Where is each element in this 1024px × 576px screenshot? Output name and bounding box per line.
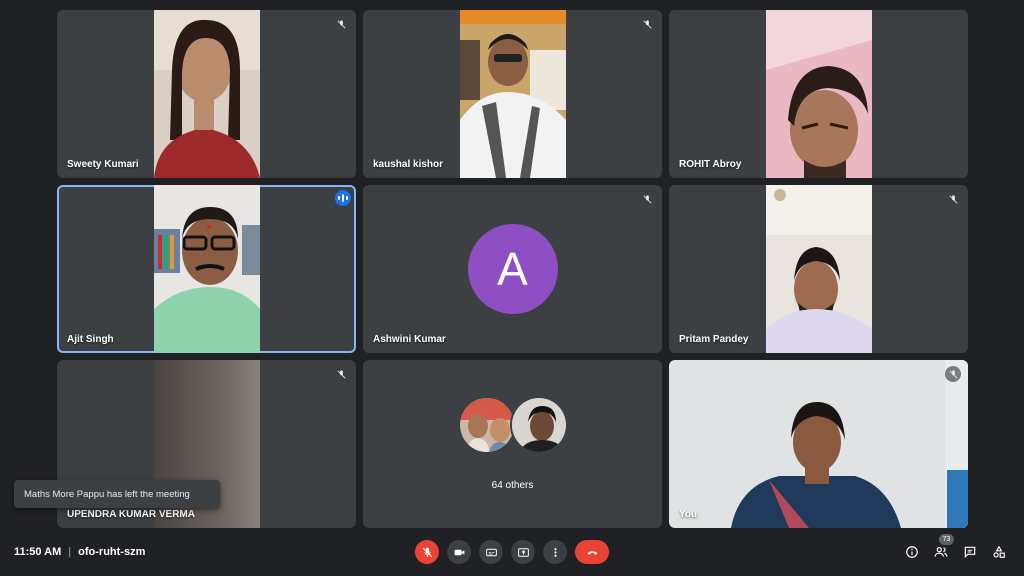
self-tile[interactable]: You xyxy=(669,360,968,528)
participant-name: ROHIT Abroy xyxy=(679,159,742,170)
participant-tile[interactable]: Pritam Pandey xyxy=(669,185,968,353)
participant-name: Ajit Singh xyxy=(67,334,114,345)
present-icon xyxy=(517,547,529,557)
side-controls: 73 xyxy=(892,534,1008,561)
more-options-button[interactable] xyxy=(543,540,567,564)
self-video xyxy=(669,360,968,528)
mic-off-icon xyxy=(945,366,961,382)
more-options-icon xyxy=(553,547,557,557)
others-label: 64 others xyxy=(491,480,534,491)
people-icon xyxy=(934,547,948,557)
camera-toggle-button[interactable] xyxy=(447,540,471,564)
bottom-bar: 11:50 AM | ofo-ruht-szm 73 xyxy=(0,534,1024,576)
chat-icon xyxy=(964,546,976,559)
participant-tile[interactable]: ROHIT Abroy xyxy=(669,10,968,178)
participant-video xyxy=(459,10,566,178)
avatar: A xyxy=(467,224,558,314)
mic-toggle-button[interactable] xyxy=(415,540,439,564)
participant-video xyxy=(153,185,260,353)
participant-name: You xyxy=(679,509,698,520)
participant-tile[interactable]: Ajit Singh xyxy=(57,185,356,353)
captions-button[interactable] xyxy=(479,540,503,564)
meeting-code: ofo-ruht-szm xyxy=(78,546,146,558)
participant-video xyxy=(153,10,260,178)
present-button[interactable] xyxy=(511,540,535,564)
notification-toast: Maths More Pappu has left the meeting xyxy=(14,480,220,508)
mic-off-icon xyxy=(639,191,655,207)
end-call-button[interactable] xyxy=(575,540,609,564)
participant-name: Pritam Pandey xyxy=(679,334,749,345)
separator: | xyxy=(68,546,72,558)
participant-tile[interactable]: Sweety Kumari xyxy=(57,10,356,178)
people-count-badge: 73 xyxy=(939,534,954,545)
mic-off-icon xyxy=(945,191,961,207)
participant-name: Ashwini Kumar xyxy=(373,334,446,345)
others-tile[interactable]: 64 others xyxy=(363,360,662,528)
participant-video xyxy=(765,10,872,178)
camera-icon xyxy=(454,549,464,555)
mic-off-icon xyxy=(639,16,655,32)
end-call-icon xyxy=(587,550,597,555)
speaking-indicator-icon xyxy=(335,190,351,206)
meeting-details-button[interactable] xyxy=(903,543,921,561)
avatar xyxy=(509,396,568,454)
activities-icon xyxy=(993,545,1005,558)
participant-name: kaushal kishor xyxy=(373,159,444,170)
meeting-info: 11:50 AM | ofo-ruht-szm xyxy=(14,546,145,558)
info-icon xyxy=(906,546,918,558)
chat-button[interactable] xyxy=(961,543,979,561)
mic-off-icon xyxy=(333,366,349,382)
participant-grid: Sweety Kumari kaushal kishor ROHIT Abroy… xyxy=(57,10,968,528)
participant-video xyxy=(765,185,872,353)
mic-off-icon xyxy=(333,16,349,32)
participant-tile[interactable]: kaushal kishor xyxy=(363,10,662,178)
meeting-time: 11:50 AM xyxy=(14,546,62,558)
participant-tile[interactable]: A Ashwini Kumar xyxy=(363,185,662,353)
activities-button[interactable] xyxy=(990,543,1008,561)
participant-name: Sweety Kumari xyxy=(67,159,139,170)
others-avatars xyxy=(457,396,568,454)
people-button[interactable]: 73 xyxy=(932,534,954,561)
captions-icon xyxy=(485,548,497,556)
participant-name: UPENDRA KUMAR VERMA xyxy=(67,509,195,520)
avatar xyxy=(457,396,516,454)
mic-off-icon xyxy=(422,547,432,557)
call-controls xyxy=(415,540,617,564)
